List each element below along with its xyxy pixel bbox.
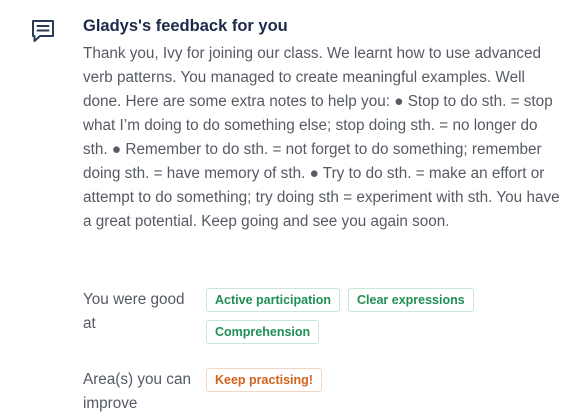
- improve-tags: Keep practising!: [206, 368, 546, 392]
- tag-comprehension: Comprehension: [206, 320, 320, 344]
- good-at-tags: Active participation Clear expressions C…: [206, 288, 546, 344]
- tag-keep-practising: Keep practising!: [206, 368, 322, 392]
- feedback-title: Gladys's feedback for you: [83, 17, 288, 35]
- improve-label: Area(s) you can improve: [83, 371, 191, 412]
- feedback-text: Thank you, Ivy for joining our class. We…: [83, 45, 560, 230]
- tag-clear-expressions: Clear expressions: [348, 288, 474, 312]
- tag-active-participation: Active participation: [206, 288, 340, 312]
- good-at-label: You were good at: [83, 291, 185, 332]
- message-square-lines-icon: [32, 20, 54, 42]
